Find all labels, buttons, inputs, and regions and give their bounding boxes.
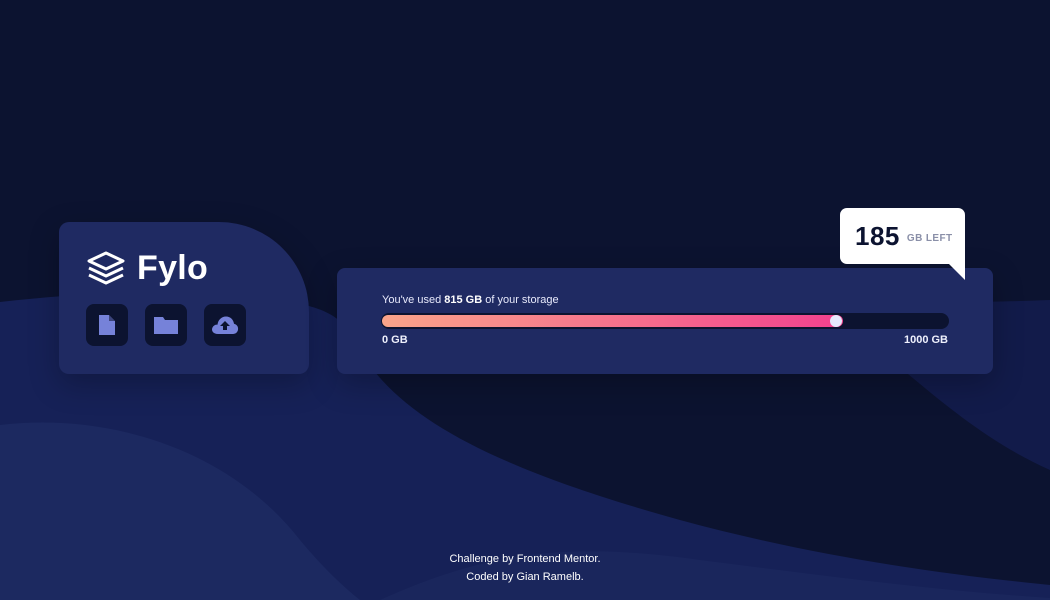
- remaining-unit: GB LEFT: [906, 232, 953, 244]
- remaining-storage-tooltip: 185 GB LEFT: [840, 208, 965, 280]
- scale-min-label: 0 GB: [382, 334, 408, 346]
- progress-knob: [830, 315, 842, 327]
- storage-progress-bar: [381, 313, 949, 329]
- brand-card: Fylo: [59, 222, 309, 374]
- author-link[interactable]: Gian Ramelb: [516, 571, 580, 583]
- attribution-challenge: Challenge by Frontend Mentor.: [449, 553, 601, 565]
- brand-name: Fylo: [137, 249, 209, 287]
- frontend-mentor-link[interactable]: Frontend Mentor: [517, 553, 598, 565]
- document-button[interactable]: [86, 304, 128, 346]
- folder-icon: [154, 317, 178, 334]
- usage-value: 815 GB: [444, 294, 483, 306]
- document-icon: [99, 315, 115, 335]
- storage-progress-fill: [382, 315, 843, 327]
- attribution-footer: Challenge by Frontend Mentor. Coded by G…: [0, 550, 1050, 586]
- cloud-upload-icon: [212, 316, 239, 334]
- attribution-author: Coded by Gian Ramelb.: [466, 571, 584, 583]
- remaining-value: 185: [855, 220, 900, 251]
- storage-usage-text: You've used 815 GB of your storage: [382, 294, 559, 306]
- scale-max-label: 1000 GB: [903, 334, 948, 346]
- brand-logo: Fylo: [86, 248, 208, 288]
- folder-button[interactable]: [145, 304, 187, 346]
- usage-suffix: of your storage: [485, 294, 559, 306]
- usage-prefix: You've used: [382, 294, 442, 306]
- upload-button[interactable]: [204, 304, 246, 346]
- stacked-layers-icon: [87, 251, 125, 285]
- storage-card: You've used 815 GB of your storage 0 GB …: [337, 268, 993, 374]
- action-buttons: [86, 304, 246, 346]
